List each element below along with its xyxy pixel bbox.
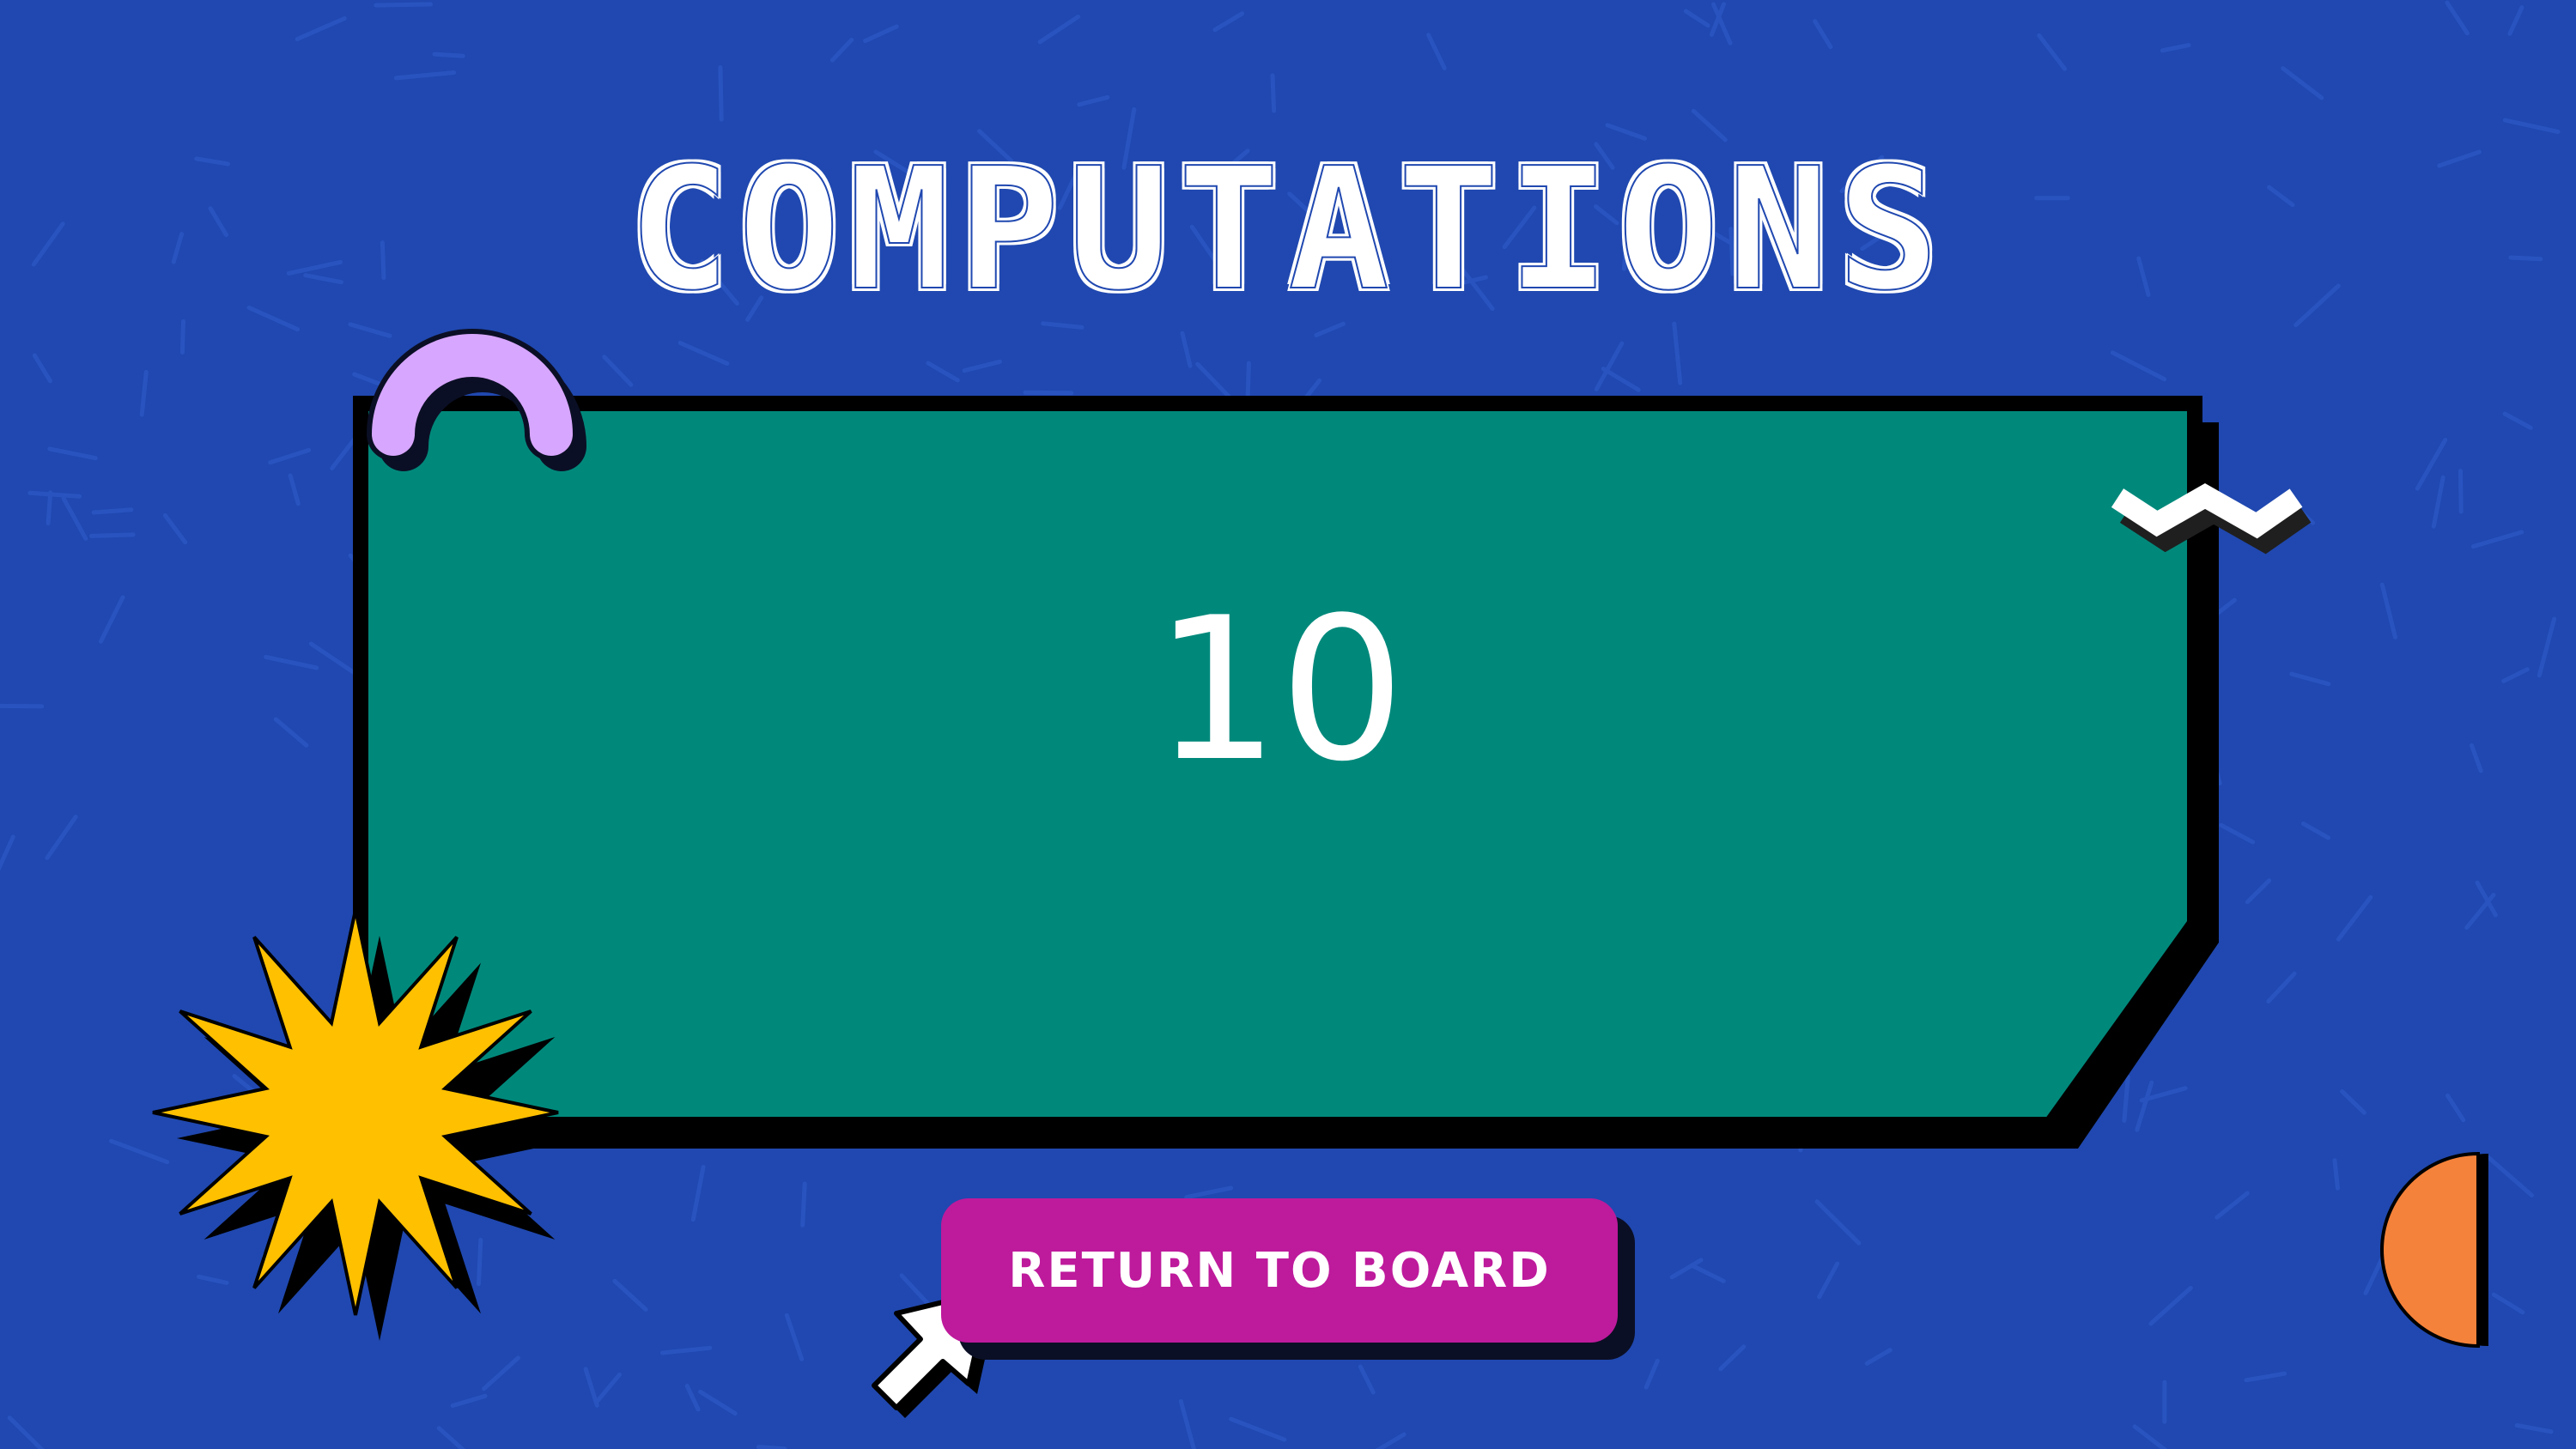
answer-value: 10	[1153, 576, 1406, 805]
starburst-icon	[152, 909, 582, 1341]
page-title: COMPUTATIONS	[627, 132, 1948, 328]
zigzag-icon	[2111, 483, 2312, 555]
return-to-board-button[interactable]: RETURN TO BOARD	[941, 1198, 1618, 1343]
half-circle-icon	[2380, 1151, 2488, 1349]
arch-icon	[367, 329, 586, 471]
